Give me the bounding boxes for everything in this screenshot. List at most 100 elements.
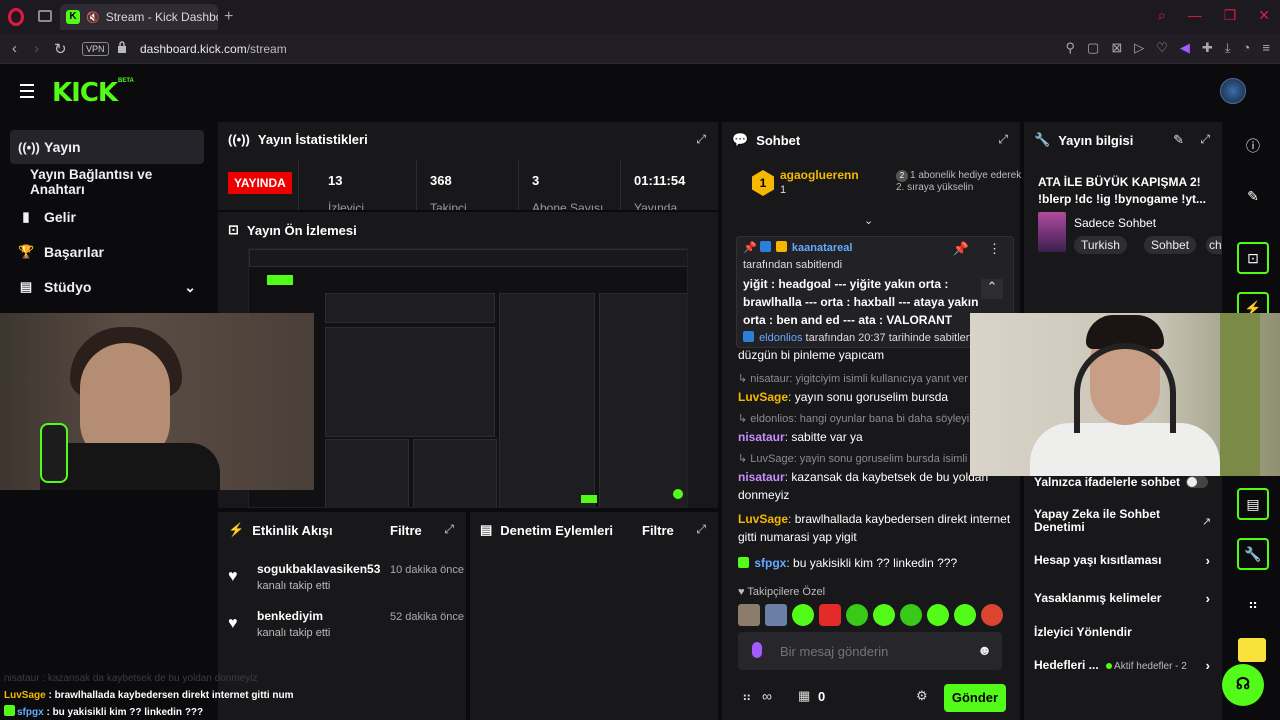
stat-label: Abone Sayısı — [532, 201, 604, 210]
new-tab-button[interactable]: + — [224, 8, 233, 26]
emote-icon[interactable] — [819, 604, 841, 626]
popout-icon[interactable]: ⤢ — [1200, 132, 1210, 147]
shield-icon[interactable]: ⊠ — [1111, 40, 1122, 56]
setting-goals[interactable]: Hedefleri ... Aktif hedefler - 2 › — [1034, 658, 1216, 673]
emote-icon[interactable] — [846, 604, 868, 626]
mic-icon[interactable] — [752, 642, 762, 658]
panel-title: Etkinlik Akışı — [252, 522, 333, 538]
avatar[interactable] — [1220, 78, 1246, 104]
activity-text: kanalı takip etti — [257, 580, 331, 592]
emoji-icon[interactable]: ☻ — [977, 642, 992, 658]
minimize-button[interactable]: — — [1188, 7, 1202, 24]
opera-logo-icon[interactable] — [8, 8, 24, 26]
pinned-user[interactable]: kaanatareal — [792, 242, 853, 254]
profile-icon[interactable]: ◔ — [1243, 40, 1251, 56]
setting-viewer-redirect[interactable]: İzleyici Yönlendir — [1034, 625, 1216, 639]
support-icon[interactable]: ☊ — [1222, 664, 1264, 706]
popout-icon[interactable]: ⤢ — [998, 132, 1008, 147]
follower-name[interactable]: sogukbaklavasiken53 — [257, 562, 380, 576]
chevron-down-icon[interactable]: ⌄ — [184, 279, 196, 296]
emote-icon[interactable] — [954, 604, 976, 626]
emote-icon[interactable] — [792, 604, 814, 626]
extension-icon[interactable]: ✚ — [1202, 40, 1213, 56]
gift-icon[interactable]: ▦ — [798, 688, 810, 704]
setting-ai-moderation[interactable]: Yapay Zeka ile Sohbet Denetimi — [1034, 508, 1184, 534]
emote-icon[interactable] — [900, 604, 922, 626]
emote-icon[interactable] — [927, 604, 949, 626]
filter-button[interactable]: Filtre — [642, 523, 674, 538]
setting-emote-only[interactable]: Yalnızca ifadelerle sohbet — [1034, 475, 1216, 489]
preview-video[interactable] — [248, 248, 688, 508]
panel-title: Yayın İstatistikleri — [257, 132, 368, 147]
menu-icon[interactable]: ≡ — [1262, 40, 1270, 56]
vpn-badge[interactable]: VPN — [82, 42, 109, 56]
filter-button[interactable]: Filtre — [390, 523, 422, 538]
emote-icon[interactable] — [738, 604, 760, 626]
close-window-button[interactable]: ✕ — [1258, 7, 1270, 24]
document-icon: ▤ — [480, 522, 493, 537]
player-icon[interactable]: ▷ — [1134, 40, 1144, 56]
sidebar-item-label: Başarılar — [44, 244, 104, 260]
download-icon[interactable]: ⤓ — [1225, 40, 1231, 56]
divider — [298, 160, 299, 210]
sidebar-item-stream[interactable]: ((•)) Yayın — [10, 130, 204, 164]
popout-icon[interactable]: ⤢ — [444, 522, 454, 537]
tab-kick-dashboard[interactable]: K 🔇 Stream - Kick Dashboard — [60, 4, 218, 30]
gift-icon[interactable] — [1238, 638, 1266, 662]
sub-goal-info: 21 abonelik hediye ederek 2. sıraya yüks… — [896, 170, 1022, 193]
hamburger-icon[interactable] — [20, 84, 34, 102]
pencil-icon[interactable]: ✎ — [1237, 180, 1269, 212]
top-gifter-name[interactable]: agaogluerenn — [780, 168, 859, 182]
emote-bar: ♥ Takipçilere Özel — [738, 586, 1014, 626]
layout-toggle-icon[interactable]: ▤ — [1237, 488, 1269, 520]
follower-name[interactable]: benkediyim — [257, 609, 323, 623]
badge-icon — [759, 241, 771, 252]
category-thumbnail[interactable] — [1038, 212, 1066, 252]
setting-account-age[interactable]: Hesap yaşı kısıtlaması › — [1034, 553, 1216, 568]
workspace-icon[interactable] — [38, 10, 52, 22]
sidebar-item-revenue[interactable]: ▮ Gelir — [10, 200, 204, 234]
search-icon[interactable]: ⌕ — [1158, 7, 1166, 24]
tag[interactable]: Sohbet — [1144, 236, 1197, 254]
emote-only-toggle[interactable] — [1186, 476, 1208, 488]
collapse-icon[interactable]: ⌄ — [864, 214, 873, 227]
info-icon[interactable]: ⓘ — [1237, 130, 1269, 162]
bolt-icon: ⚡ — [228, 522, 245, 537]
maximize-button[interactable]: ❐ — [1224, 7, 1237, 24]
kick-logo[interactable]: KICK — [52, 78, 118, 108]
back-icon[interactable]: ‹ — [12, 40, 17, 57]
snapshot-icon[interactable]: ▢ — [1087, 40, 1099, 56]
heart-icon[interactable]: ♡ — [1156, 40, 1168, 56]
category-name[interactable]: Sadece Sohbet — [1074, 216, 1156, 230]
ai-icon[interactable]: ◀ — [1180, 40, 1190, 56]
setting-banned-words[interactable]: Yasaklanmış kelimeler › — [1034, 591, 1216, 606]
wrench-icon: 🔧 — [1034, 132, 1051, 147]
edit-icon[interactable]: ✎ — [1173, 132, 1184, 148]
more-icon[interactable]: ⋮ — [988, 241, 1001, 257]
gear-icon[interactable]: ⚙ — [916, 688, 928, 704]
emote-icon[interactable] — [873, 604, 895, 626]
external-link-icon[interactable]: ↗ — [1202, 515, 1211, 528]
pin-icon[interactable]: ⚲ — [1066, 40, 1076, 56]
reload-icon[interactable]: ↻ — [54, 40, 67, 58]
tag[interactable]: ch — [1206, 236, 1222, 254]
unpin-icon[interactable]: 📌 — [953, 241, 969, 257]
tag[interactable]: Turkish — [1074, 236, 1127, 254]
users-icon[interactable]: ⠶ — [742, 689, 752, 705]
sidebar-item-studio[interactable]: ▤ Stüdyo ⌄ — [10, 270, 204, 304]
forward-icon[interactable]: › — [34, 40, 39, 57]
preview-toggle-icon[interactable]: ⊡ — [1237, 242, 1269, 274]
sidebar-item-achievements[interactable]: 🏆 Başarılar — [10, 235, 204, 269]
preview-icon: ⊡ — [228, 222, 239, 237]
emote-icon[interactable] — [765, 604, 787, 626]
popout-icon[interactable]: ⤢ — [696, 522, 706, 537]
mute-icon[interactable]: 🔇 — [86, 11, 100, 24]
send-button[interactable]: Gönder — [944, 684, 1006, 712]
emote-icon[interactable] — [981, 604, 1003, 626]
popout-icon[interactable]: ⤢ — [696, 132, 706, 147]
chat-message-input[interactable] — [780, 642, 960, 660]
url-field[interactable]: dashboard.kick.com/stream — [140, 42, 287, 56]
users-icon[interactable]: ⠶ — [1237, 588, 1269, 620]
sidebar-item-stream-key[interactable]: Yayın Bağlantısı ve Anahtarı — [10, 165, 204, 199]
wrench-toggle-icon[interactable]: 🔧 — [1237, 538, 1269, 570]
